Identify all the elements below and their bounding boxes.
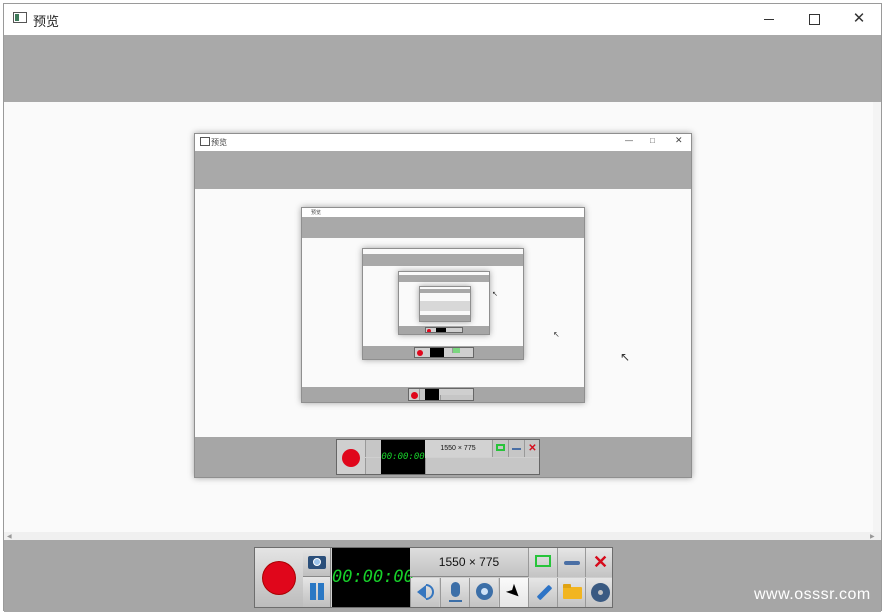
horizontal-scrollbar[interactable]: ◀ ▶ [4, 532, 881, 540]
recording-timer: 00:00:00 [332, 548, 414, 607]
webcam-button[interactable] [469, 578, 498, 607]
nested-region-icon [492, 440, 508, 457]
maximize-button[interactable] [791, 4, 837, 34]
nested-gray-band-2 [302, 217, 584, 238]
nested-preview-level-4 [398, 271, 490, 335]
camera-lens [313, 558, 321, 566]
close-icon: ✕ [592, 552, 609, 572]
region-select-button[interactable] [528, 548, 557, 577]
nested-bottom-band-3 [363, 346, 523, 359]
pause-button[interactable] [303, 577, 331, 607]
nested-close-icon-toolbar: ✕ [524, 440, 539, 457]
record-icon [263, 562, 295, 594]
nested-maximize-icon: □ [650, 136, 655, 145]
nested-bottom-band-2 [302, 387, 584, 402]
microphone-icon [451, 582, 460, 597]
cursor-icon: ➤ [501, 579, 526, 605]
preview-window: 预览 ✕ 预览 — □ ✕ 预览 ↖ ↖ 00:00:00 1550 × 775… [3, 3, 882, 612]
record-button[interactable] [255, 548, 304, 607]
pause-icon-bar [318, 583, 324, 600]
nested-toolbar-3 [414, 347, 474, 358]
pen-icon [536, 584, 553, 601]
close-button[interactable]: ✕ [836, 4, 882, 34]
nested-bottom-band-4 [399, 326, 489, 334]
minimize-icon [764, 18, 774, 20]
nested-preview-level-1: 预览 — □ ✕ 预览 ↖ ↖ 00:00:00 1550 × 775 ✕ [194, 133, 692, 478]
nested-record-icon-2 [411, 392, 418, 399]
nested-timer-2 [425, 389, 439, 400]
nested-bottom-band: 00:00:00 1550 × 775 ✕ [195, 437, 691, 477]
nested-toolbar: 00:00:00 1550 × 775 ✕ [336, 439, 540, 475]
webcam-icon [476, 583, 493, 600]
minimize-toolbar-button[interactable] [557, 548, 586, 577]
maximize-icon [808, 13, 820, 25]
preview-canvas: 预览 — □ ✕ 预览 ↖ ↖ 00:00:00 1550 × 775 ✕ ↖ [4, 102, 881, 539]
recorder-toolbar: 00:00:00 1550 × 775 ✕ ➤ [254, 547, 613, 608]
nested-bottom-band-5 [420, 315, 470, 321]
pen-button[interactable] [528, 578, 557, 607]
nested-dimensions: 1550 × 775 [425, 440, 491, 457]
nested-gray-band-4 [399, 275, 489, 282]
nested-preview-level-3 [362, 248, 524, 360]
cursor-button[interactable]: ➤ [499, 578, 528, 607]
nested-pause-icon [365, 458, 381, 474]
folder-icon [563, 584, 582, 599]
nested-app-icon [200, 137, 210, 146]
nested-region-icon-3 [452, 348, 460, 353]
scroll-left-icon[interactable]: ◀ [7, 533, 12, 540]
minimize-button[interactable] [746, 4, 792, 34]
nested-toolbar-2 [408, 388, 474, 401]
pause-icon [310, 583, 316, 600]
nested-gray-band-5 [420, 289, 470, 293]
close-toolbar-button[interactable]: ✕ [585, 548, 612, 577]
nested-gray-band [195, 151, 691, 189]
nested-gray-band-3 [363, 254, 523, 266]
nested-timer-4 [436, 328, 446, 332]
cursor-icon-3: ↖ [492, 291, 498, 298]
close-icon: ✕ [852, 10, 866, 27]
settings-button[interactable] [585, 578, 612, 607]
nested-record-icon-3 [417, 350, 423, 356]
microphone-button[interactable] [440, 578, 469, 607]
nested-record-icon [342, 449, 360, 467]
speaker-icon [417, 585, 426, 599]
speaker-button[interactable] [410, 578, 439, 607]
nested-preview-level-5 [419, 286, 471, 322]
snapshot-button[interactable] [303, 548, 331, 577]
rectangle-region-icon [535, 555, 551, 567]
nested-title-bar-2: 预览 [302, 208, 584, 217]
scroll-right-icon[interactable]: ▶ [870, 533, 875, 540]
top-gray-band [4, 35, 881, 102]
nested-toolbar-4 [425, 327, 463, 333]
nested-close-icon: ✕ [675, 135, 683, 145]
nested-record-icon-4 [427, 329, 431, 332]
cursor-icon-1: ↖ [620, 350, 631, 364]
nested-camera-icon [365, 440, 381, 457]
nested-minimize-toolbar-icon [508, 440, 524, 457]
settings-gear-icon [591, 583, 610, 602]
folder-button[interactable] [557, 578, 586, 607]
nested-tools-row [425, 458, 539, 474]
nested-preview-level-2: 预览 ↖ [301, 207, 585, 403]
nested-window-title: 预览 [211, 138, 227, 147]
app-icon [13, 12, 27, 23]
capture-dimensions: 1550 × 775 [410, 548, 528, 577]
nested-title-bar: 预览 — □ ✕ [195, 134, 691, 151]
bottom-toolbar-band: 00:00:00 1550 × 775 ✕ ➤ [4, 540, 881, 612]
minimize-toolbar-icon [564, 561, 580, 565]
vertical-scrollbar[interactable] [873, 102, 881, 532]
nested-inner-5 [420, 301, 470, 311]
nested-timer: 00:00:00 [381, 440, 425, 474]
nested-window-title-2: 预览 [311, 210, 322, 216]
nested-timer-3 [430, 348, 444, 357]
cursor-icon-2: ↖ [553, 330, 560, 339]
speaker-waves [426, 584, 434, 600]
title-bar: 预览 ✕ [4, 4, 881, 35]
microphone-base [449, 598, 462, 602]
watermark: www.osssr.com [754, 586, 871, 603]
window-title: 预览 [33, 15, 60, 30]
nested-minimize-icon: — [625, 136, 633, 145]
nested-tools-row-2 [440, 395, 473, 400]
